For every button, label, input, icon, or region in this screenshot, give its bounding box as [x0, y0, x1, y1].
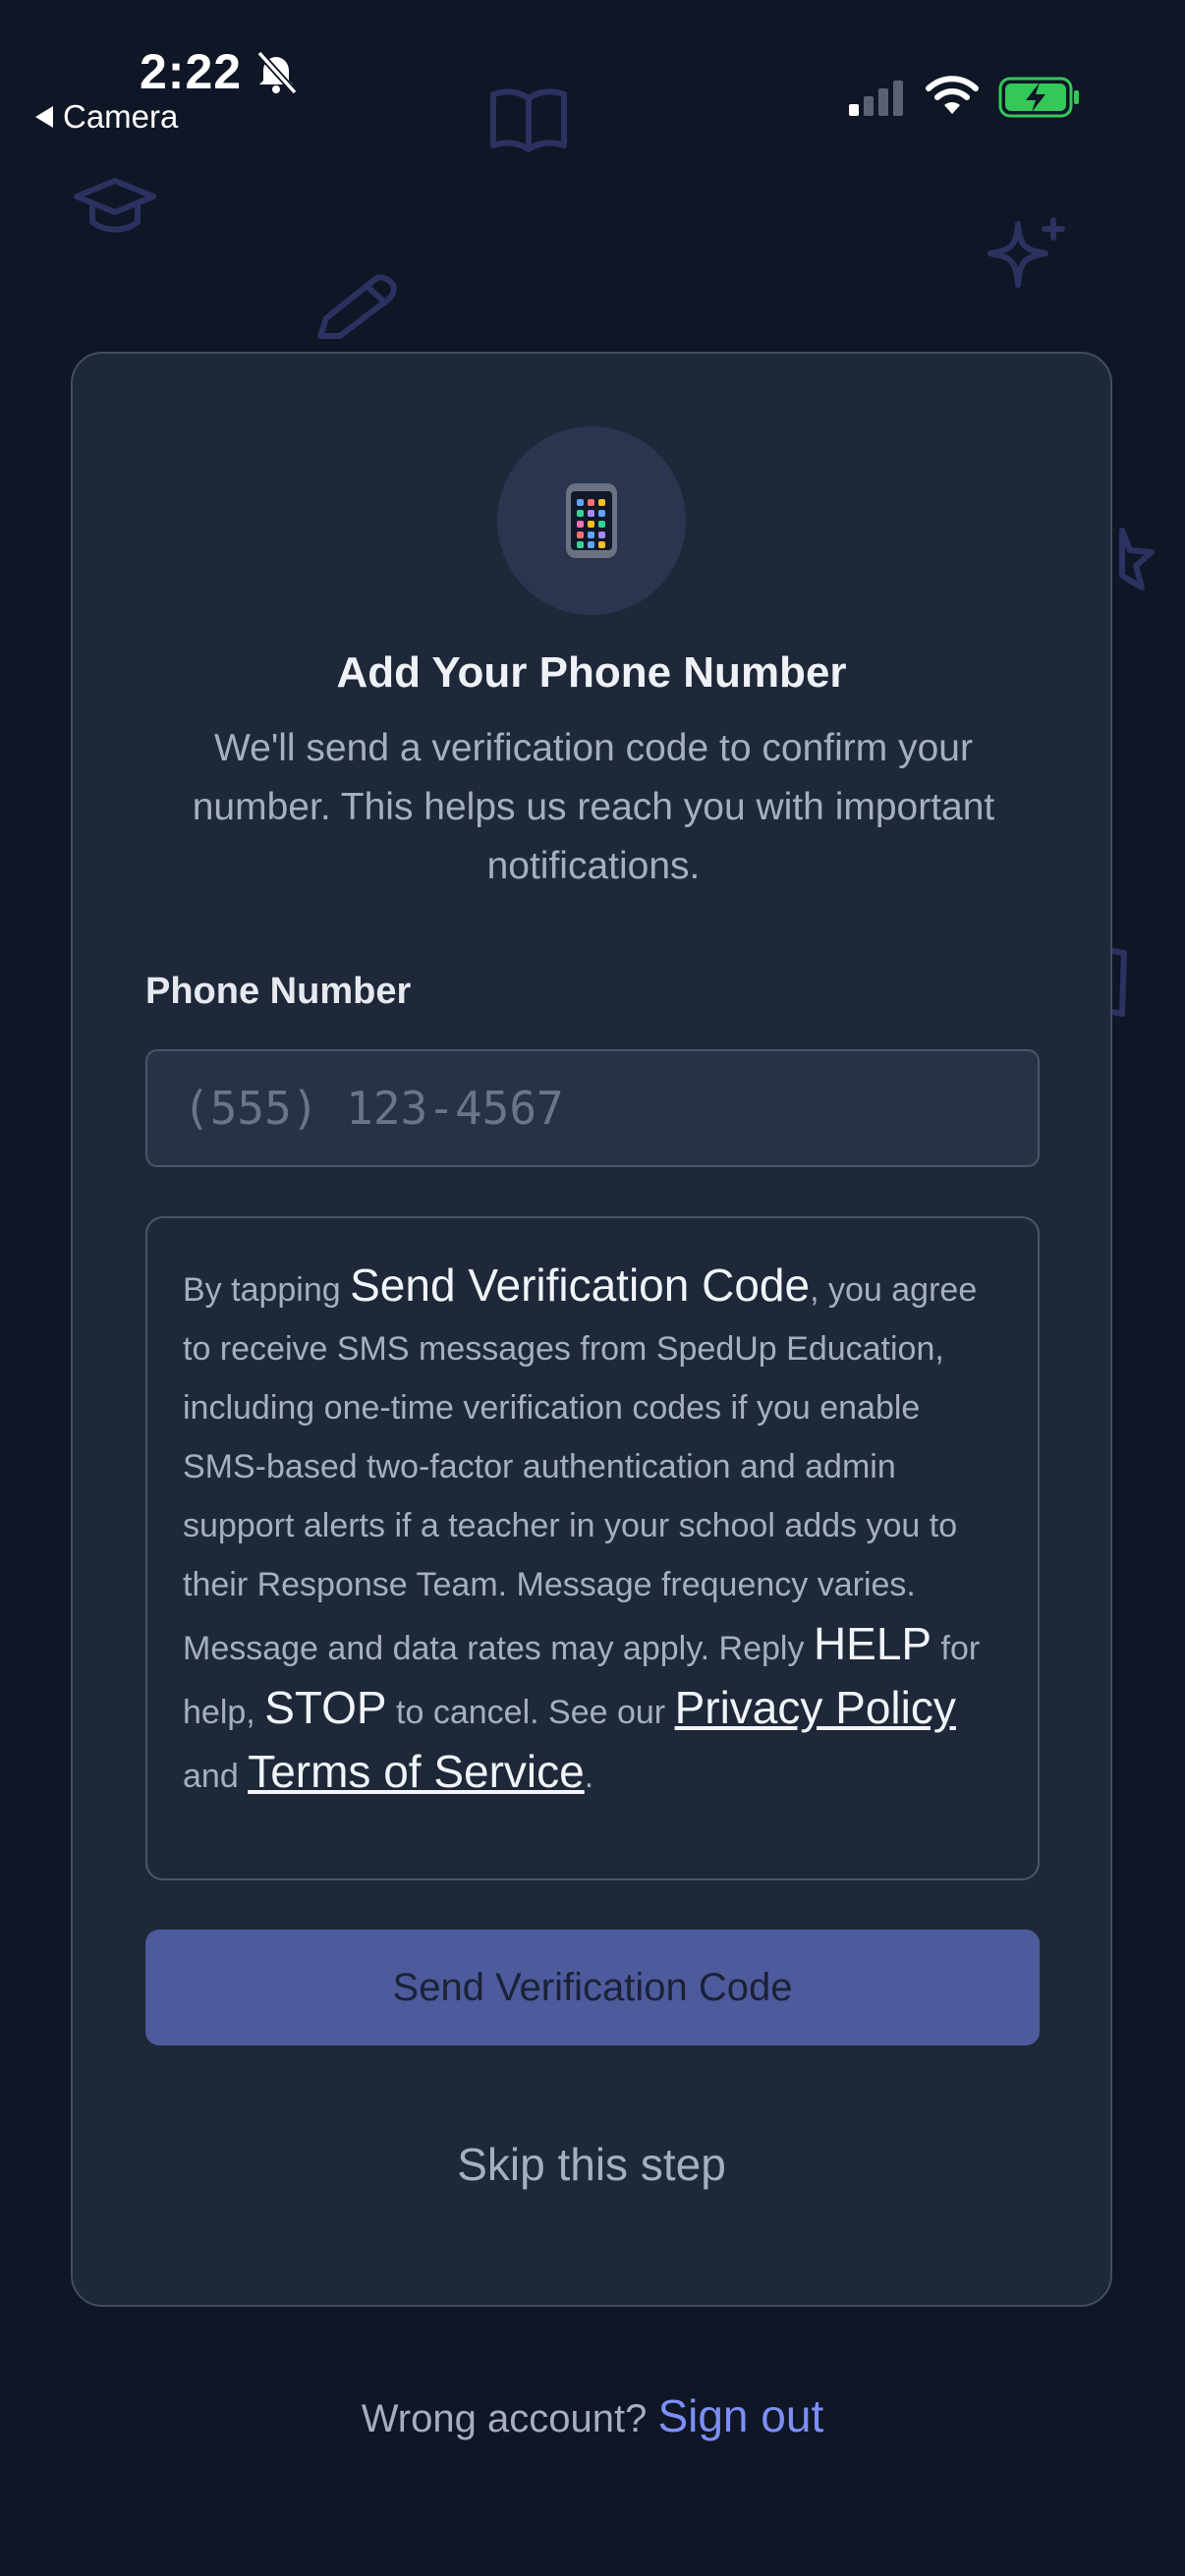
consent-and: and [183, 1758, 249, 1795]
consent-stop-word: STOP [264, 1682, 387, 1733]
wifi-icon [926, 76, 979, 114]
book-icon [487, 84, 570, 164]
phone-number-input[interactable] [145, 1049, 1040, 1167]
consent-prefix: By tapping [183, 1271, 351, 1309]
status-time: 2:22 [140, 44, 243, 99]
phone-setup-card: Add Your Phone Number We'll send a verif… [71, 352, 1112, 2307]
back-to-camera-link[interactable]: Camera [35, 98, 178, 136]
page-title: Add Your Phone Number [336, 648, 847, 697]
sign-out-link[interactable]: Sign out [657, 2390, 823, 2441]
back-label: Camera [63, 98, 179, 135]
bell-slash-icon [256, 50, 298, 94]
consent-cancel-text: to cancel. See our [386, 1694, 675, 1731]
mobile-phone-icon [566, 483, 617, 558]
send-verification-code-button[interactable]: Send Verification Code [145, 1930, 1040, 2045]
consent-end: . [584, 1758, 594, 1795]
page-subtitle: We'll send a verification code to confir… [192, 727, 995, 887]
phone-icon-badge [497, 426, 686, 615]
sparkle-icon [985, 210, 1073, 304]
sms-consent-notice: By tapping Send Verification Code, you a… [145, 1216, 1040, 1880]
skip-step-link[interactable]: Skip this step [73, 2138, 1110, 2191]
footer: Wrong account? Sign out [0, 2389, 1185, 2442]
pencil-icon [310, 271, 401, 351]
wrong-account-text: Wrong account? [361, 2397, 658, 2440]
consent-button-ref: Send Verification Code [350, 1260, 811, 1311]
battery-charging-icon [998, 77, 1079, 118]
cellular-signal-icon [849, 81, 903, 116]
consent-help-word: HELP [813, 1618, 932, 1669]
phone-number-label: Phone Number [145, 971, 412, 1012]
back-arrow-icon [35, 106, 53, 128]
consent-body: , you agree to receive SMS messages from… [183, 1271, 978, 1667]
privacy-policy-link[interactable]: Privacy Policy [675, 1682, 956, 1733]
graduation-cap-icon [71, 173, 159, 245]
terms-of-service-link[interactable]: Terms of Service [248, 1746, 585, 1797]
